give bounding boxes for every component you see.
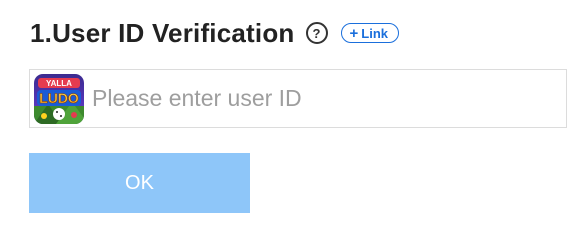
- link-button-label: Link: [361, 25, 389, 41]
- heading-row: 1.User ID Verification ? + Link: [30, 15, 400, 51]
- svg-text:YALLA: YALLA: [46, 79, 72, 88]
- svg-text:LUDO: LUDO: [39, 90, 79, 106]
- user-id-input[interactable]: [84, 70, 566, 127]
- ok-button[interactable]: OK: [29, 153, 250, 213]
- yalla-ludo-logo: YALLA LUDO: [34, 73, 84, 124]
- page-title: 1.User ID Verification: [30, 17, 295, 48]
- user-id-field[interactable]: YALLA LUDO: [29, 69, 567, 128]
- plus-icon: +: [349, 24, 359, 42]
- link-button[interactable]: + Link: [340, 23, 400, 43]
- question-circle-icon[interactable]: ?: [305, 22, 328, 44]
